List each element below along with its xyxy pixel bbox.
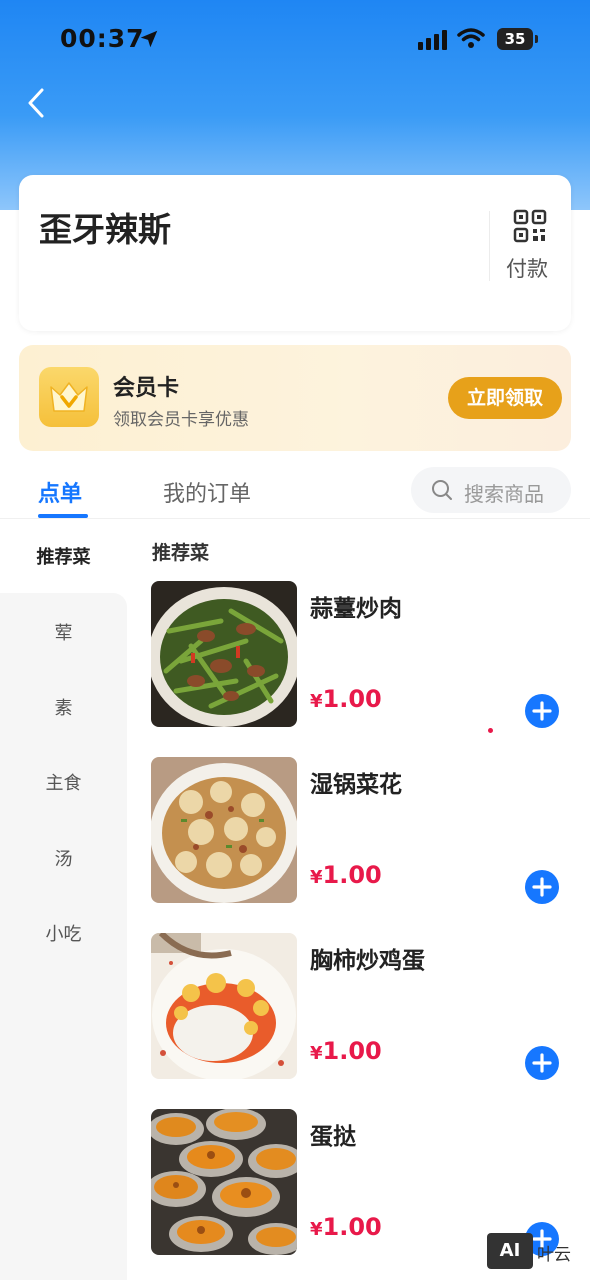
status-time: 00:37 — [60, 24, 145, 53]
price-value: 1.00 — [322, 861, 382, 889]
location-arrow-icon — [140, 30, 158, 48]
claim-member-card-button[interactable]: 立即领取 — [448, 377, 562, 419]
plus-icon — [532, 1053, 552, 1073]
dish-price: ¥1.00 — [310, 685, 382, 713]
dish-name: 湿锅菜花 — [310, 772, 402, 798]
price-value: 1.00 — [322, 685, 382, 713]
member-card[interactable]: 会员卡 领取会员卡享优惠 立即领取 — [19, 345, 571, 451]
dish-item[interactable]: 胸柿炒鸡蛋 ¥1.00 — [151, 933, 571, 1081]
sidebar-item-recommended[interactable]: 推荐菜 — [0, 543, 127, 569]
plus-icon — [532, 701, 552, 721]
search-input[interactable]: 搜索商品 — [411, 467, 571, 513]
watermark-logo: AI — [487, 1233, 533, 1269]
dish-name: 蛋挞 — [310, 1124, 356, 1150]
dish-price: ¥1.00 — [310, 861, 382, 889]
sidebar-item-soup[interactable]: 汤 — [0, 845, 127, 871]
add-to-cart-button[interactable] — [525, 694, 559, 728]
dish-item[interactable]: 蒜薹炒肉 ¥1.00 — [151, 581, 571, 729]
search-placeholder: 搜索商品 — [464, 482, 544, 506]
dish-price: ¥1.00 — [310, 1037, 382, 1065]
member-badge — [39, 367, 99, 427]
dish-price: ¥1.00 — [310, 1213, 382, 1241]
battery-level: 35 — [497, 28, 533, 50]
battery-tip — [535, 35, 538, 43]
currency-symbol: ¥ — [310, 867, 323, 888]
currency-symbol: ¥ — [310, 1043, 323, 1064]
sidebar-item-vegetable[interactable]: 素 — [0, 694, 127, 720]
plus-icon — [532, 877, 552, 897]
tab-order[interactable]: 点单 — [38, 476, 82, 508]
category-sidebar: 推荐菜 荤 素 主食 汤 小吃 — [0, 519, 127, 1280]
dish-photo — [151, 1109, 297, 1255]
watermark-text: 叶云 — [537, 1245, 571, 1265]
dish-photo — [151, 933, 297, 1079]
dish-item[interactable]: 湿锅菜花 ¥1.00 — [151, 757, 571, 905]
dish-photo — [151, 757, 297, 903]
currency-symbol: ¥ — [310, 691, 323, 712]
wifi-icon — [457, 28, 485, 48]
pay-divider — [489, 211, 490, 281]
dish-photo — [151, 581, 297, 727]
qr-code-icon[interactable] — [513, 209, 547, 243]
search-icon — [432, 480, 452, 500]
battery-indicator: 35 — [497, 28, 539, 50]
sidebar-item-meat[interactable]: 荤 — [0, 619, 127, 645]
tab-bar: 点单 我的订单 搜索商品 — [0, 462, 590, 518]
back-chevron-icon[interactable] — [22, 86, 52, 120]
sidebar-corner-inner — [0, 593, 127, 613]
dish-name: 蒜薹炒肉 — [310, 596, 402, 622]
member-subtitle: 领取会员卡享优惠 — [113, 410, 249, 430]
dish-name: 胸柿炒鸡蛋 — [310, 948, 425, 974]
pay-label[interactable]: 付款 — [506, 253, 548, 283]
member-title: 会员卡 — [113, 376, 180, 401]
add-to-cart-button[interactable] — [525, 870, 559, 904]
sidebar-item-snack[interactable]: 小吃 — [0, 920, 127, 946]
red-dot — [488, 728, 493, 733]
store-name: 歪牙辣斯 — [39, 210, 171, 249]
section-title: 推荐菜 — [152, 542, 210, 564]
crown-icon — [50, 382, 88, 412]
signal-icon — [418, 30, 447, 50]
add-to-cart-button[interactable] — [525, 1046, 559, 1080]
watermark: AI 叶云 — [487, 1233, 587, 1271]
tab-my-orders[interactable]: 我的订单 — [163, 476, 251, 508]
price-value: 1.00 — [322, 1213, 382, 1241]
currency-symbol: ¥ — [310, 1219, 323, 1240]
store-card: 歪牙辣斯 付款 — [19, 175, 571, 331]
price-value: 1.00 — [322, 1037, 382, 1065]
sidebar-item-staple[interactable]: 主食 — [0, 769, 127, 795]
status-bar: 00:37 35 — [0, 0, 590, 80]
